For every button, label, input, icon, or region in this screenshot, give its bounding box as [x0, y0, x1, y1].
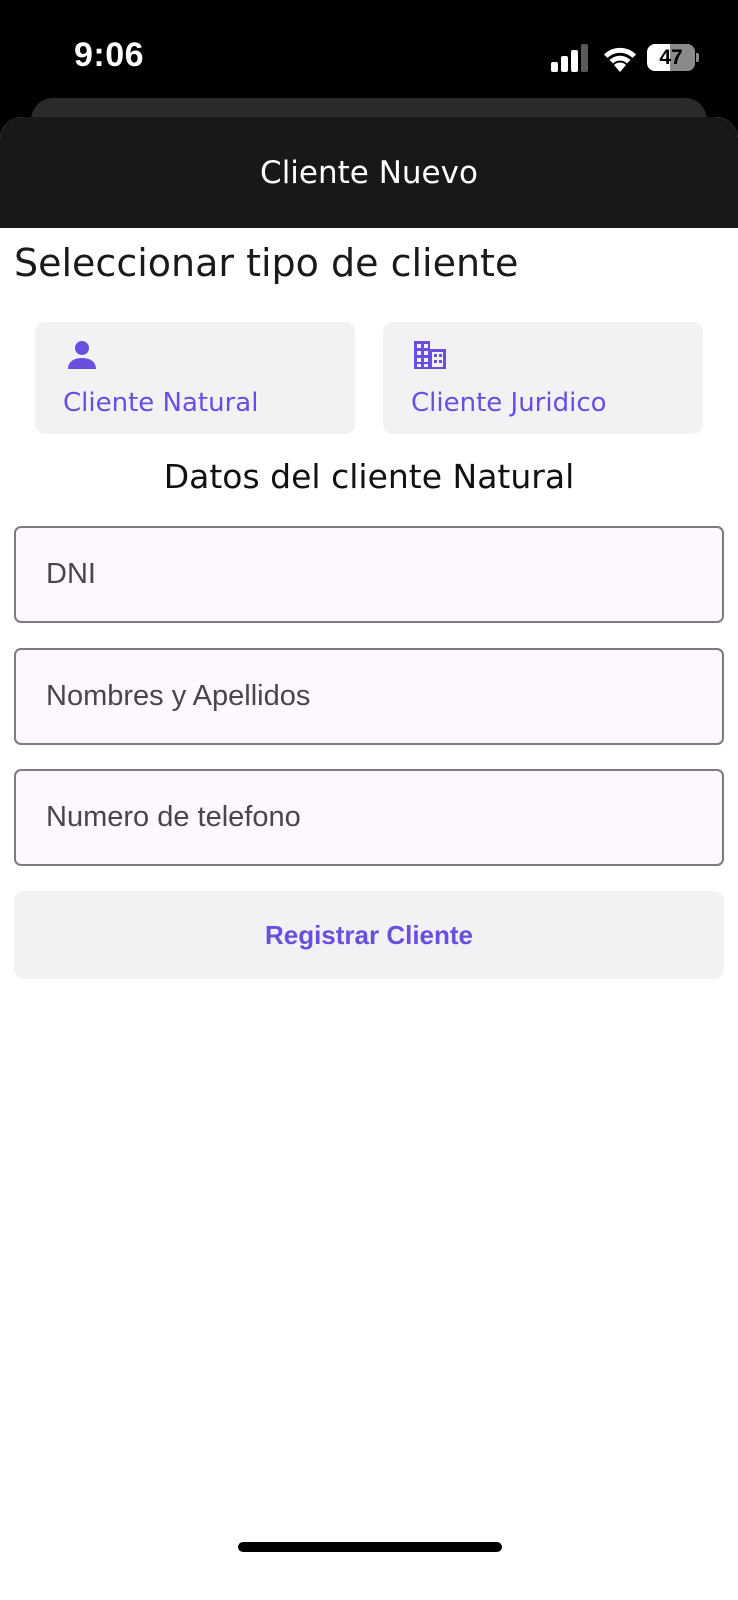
page-title: Cliente Nuevo	[260, 154, 478, 191]
nombres-field[interactable]	[14, 648, 724, 745]
battery-level: 47	[659, 45, 683, 69]
nav-bar: Cliente Nuevo	[0, 117, 738, 228]
telefono-input[interactable]	[16, 771, 722, 864]
dni-field[interactable]	[14, 526, 724, 623]
modal-sheet: Cliente Nuevo Seleccionar tipo de client…	[0, 117, 738, 1600]
cellular-signal-icon	[551, 44, 588, 72]
client-type-heading: Seleccionar tipo de cliente	[14, 241, 519, 285]
building-icon	[414, 341, 446, 369]
person-icon	[68, 341, 96, 369]
telefono-field[interactable]	[14, 769, 724, 866]
client-natural-option[interactable]: Cliente Natural	[35, 322, 355, 434]
wifi-icon	[604, 47, 636, 72]
battery-icon: 47	[647, 44, 699, 71]
dni-input[interactable]	[16, 528, 722, 621]
client-juridico-label: Cliente Juridico	[411, 388, 607, 418]
nombres-input[interactable]	[16, 650, 722, 743]
form-heading: Datos del cliente Natural	[163, 457, 575, 496]
client-juridico-option[interactable]: Cliente Juridico	[383, 322, 703, 434]
client-natural-label: Cliente Natural	[63, 388, 259, 418]
home-indicator[interactable]	[238, 1542, 502, 1552]
register-client-button[interactable]: Registrar Cliente	[14, 891, 724, 979]
status-time: 9:06	[74, 36, 145, 74]
